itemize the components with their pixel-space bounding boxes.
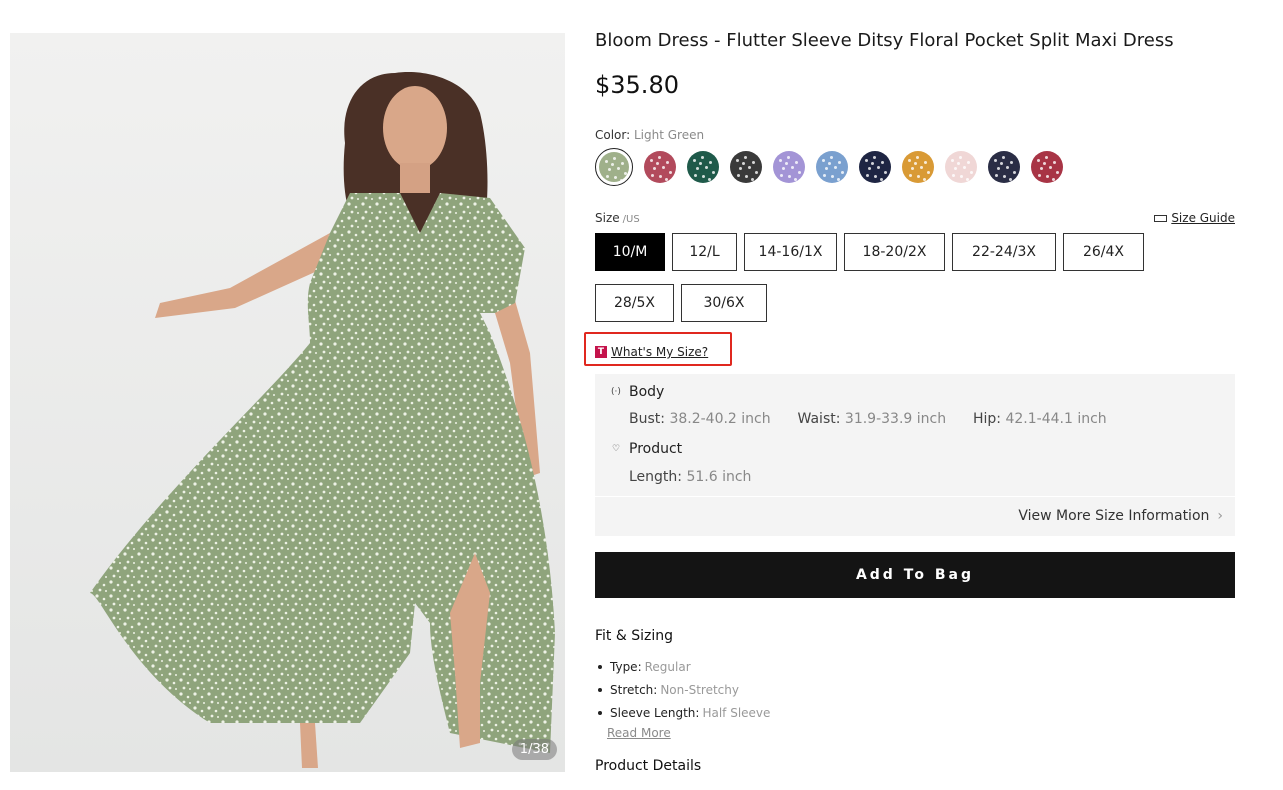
length-value: 51.6 inch bbox=[686, 469, 752, 485]
product-section-heading: ♡ Product bbox=[611, 441, 682, 457]
bust-value: 38.2-40.2 inch bbox=[669, 411, 771, 427]
selected-color-name: Light Green bbox=[634, 128, 705, 142]
fit-item-label: Sleeve Length: bbox=[610, 705, 700, 720]
product-photo bbox=[10, 33, 565, 772]
color-swatch-burgundy-floral[interactable] bbox=[1031, 151, 1063, 183]
product-label: Product bbox=[629, 441, 683, 457]
color-swatch-fill bbox=[902, 151, 934, 183]
size-unit: /US bbox=[622, 214, 640, 225]
fit-item-value: Half Sleeve bbox=[702, 705, 771, 720]
body-section-heading: (·) Body bbox=[611, 384, 664, 400]
size-option[interactable]: 12/L bbox=[672, 233, 737, 271]
color-swatch-fill bbox=[1031, 151, 1063, 183]
t-badge-icon: T bbox=[595, 346, 607, 358]
color-swatch-fill bbox=[945, 151, 977, 183]
color-swatch-fill bbox=[644, 151, 676, 183]
color-swatch-black-floral[interactable] bbox=[730, 151, 762, 183]
color-swatch-lilac-floral[interactable] bbox=[773, 151, 805, 183]
product-title: Bloom Dress - Flutter Sleeve Ditsy Flora… bbox=[595, 30, 1174, 51]
size-option[interactable]: 14-16/1X bbox=[744, 233, 837, 271]
body-label: Body bbox=[629, 384, 665, 400]
size-option[interactable]: 26/4X bbox=[1063, 233, 1144, 271]
whats-my-size-link[interactable]: T What's My Size? bbox=[595, 345, 708, 359]
color-swatch-fill bbox=[730, 151, 762, 183]
fit-item-label: Type: bbox=[610, 659, 642, 674]
bullet-icon bbox=[598, 687, 602, 692]
size-label-text: Size bbox=[595, 211, 620, 225]
whats-my-size-text: What's My Size? bbox=[611, 345, 709, 359]
size-option[interactable]: 18-20/2X bbox=[844, 233, 945, 271]
waist-label: Waist: bbox=[797, 411, 841, 427]
color-swatches bbox=[595, 148, 1063, 186]
fit-item-value: Non-Stretchy bbox=[660, 682, 739, 697]
size-option[interactable]: 22-24/3X bbox=[952, 233, 1056, 271]
fit-sizing-list: Type: Regular Stretch: Non-Stretchy Sleeve L… bbox=[595, 655, 770, 724]
size-info-panel: (·) Body Bust: 38.2-40.2 inch Waist: 31.… bbox=[595, 374, 1235, 536]
color-swatch-fill bbox=[599, 152, 629, 182]
chevron-right-icon: › bbox=[1217, 508, 1223, 524]
color-swatch-dark-navy-floral[interactable] bbox=[988, 151, 1020, 183]
bust-label: Bust: bbox=[629, 411, 665, 427]
color-swatch-fill bbox=[816, 151, 848, 183]
color-swatch-blush-floral[interactable] bbox=[945, 151, 977, 183]
size-guide-text: Size Guide bbox=[1171, 211, 1235, 225]
bullet-icon bbox=[598, 664, 602, 669]
add-to-bag-button[interactable]: Add To Bag bbox=[595, 552, 1235, 598]
product-details-title[interactable]: Product Details bbox=[595, 758, 701, 774]
view-more-size-info[interactable]: View More Size Information › bbox=[1018, 508, 1223, 524]
size-option[interactable]: 30/6X bbox=[681, 284, 767, 322]
hip-value: 42.1-44.1 inch bbox=[1005, 411, 1107, 427]
length-label: Length: bbox=[629, 469, 683, 485]
size-guide-link[interactable]: Size Guide bbox=[1154, 211, 1235, 225]
hip-label: Hip: bbox=[973, 411, 1002, 427]
color-label-text: Color: bbox=[595, 128, 631, 142]
product-image[interactable]: 1/38 bbox=[10, 33, 565, 772]
color-swatch-fill bbox=[687, 151, 719, 183]
color-swatch-fill bbox=[988, 151, 1020, 183]
product-measurements: Length: 51.6 inch bbox=[629, 469, 751, 485]
fit-item-label: Stretch: bbox=[610, 682, 658, 697]
body-measure-icon: (·) bbox=[611, 387, 621, 397]
color-swatch-teal-floral[interactable] bbox=[687, 151, 719, 183]
color-swatch-light-green[interactable] bbox=[595, 148, 633, 186]
size-options: 10/M 12/L 14-16/1X 18-20/2X 22-24/3X 26/4X 28/… bbox=[595, 233, 1155, 322]
size-option[interactable]: 10/M bbox=[595, 233, 665, 271]
size-label: Size/US bbox=[595, 211, 640, 225]
fit-list-item: Sleeve Length: Half Sleeve bbox=[595, 701, 770, 724]
fit-list-item: Type: Regular bbox=[595, 655, 770, 678]
fit-item-value: Regular bbox=[644, 659, 691, 674]
bullet-icon bbox=[598, 710, 602, 715]
color-swatch-blue-floral[interactable] bbox=[816, 151, 848, 183]
read-more-link[interactable]: Read More bbox=[607, 726, 671, 740]
fit-list-item: Stretch: Non-Stretchy bbox=[595, 678, 770, 701]
ruler-icon bbox=[1154, 214, 1168, 222]
color-swatch-rose-floral[interactable] bbox=[644, 151, 676, 183]
color-label: Color: Light Green bbox=[595, 128, 704, 142]
view-more-size-info-text: View More Size Information bbox=[1018, 508, 1210, 524]
waist-value: 31.9-33.9 inch bbox=[844, 411, 947, 427]
product-price: $35.80 bbox=[595, 71, 679, 99]
color-swatch-mustard-floral[interactable] bbox=[902, 151, 934, 183]
size-option[interactable]: 28/5X bbox=[595, 284, 674, 322]
color-swatch-navy-floral[interactable] bbox=[859, 151, 891, 183]
dress-icon: ♡ bbox=[611, 444, 621, 454]
color-swatch-fill bbox=[859, 151, 891, 183]
color-swatch-fill bbox=[773, 151, 805, 183]
fit-sizing-title: Fit & Sizing bbox=[595, 628, 674, 644]
image-counter: 1/38 bbox=[511, 739, 557, 760]
divider bbox=[595, 496, 1235, 497]
body-measurements: Bust: 38.2-40.2 inch Waist: 31.9-33.9 in… bbox=[629, 411, 1107, 427]
